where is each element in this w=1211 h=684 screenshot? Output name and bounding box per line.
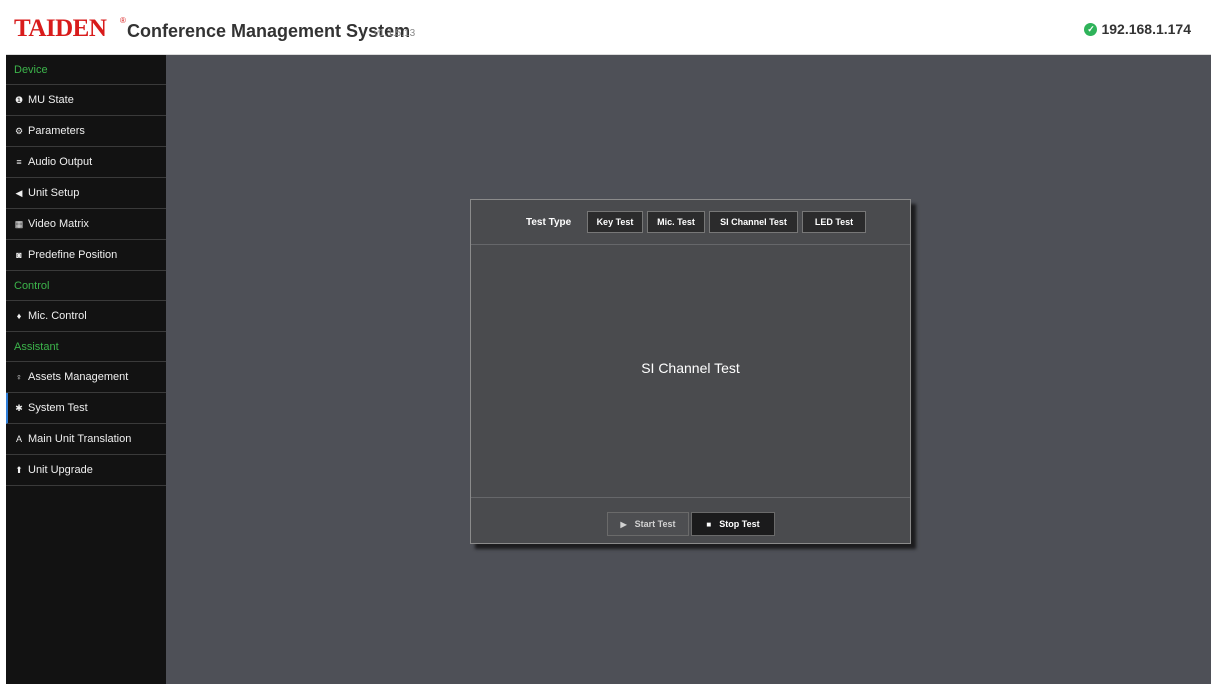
sidebar-item-label: Video Matrix [28,218,89,230]
tab-key-test[interactable]: Key Test [587,211,643,233]
sidebar-item-mu-state[interactable]: ❶ MU State [6,85,166,116]
app-title: Conference Management System [127,21,411,41]
dialog-footer: ▶ Start Test ■ Stop Test [471,497,910,544]
sidebar-item-main-unit-translation[interactable]: A Main Unit Translation [6,424,166,455]
volume-icon: ◀ [15,188,23,198]
sidebar-item-assets-management[interactable]: ♀ Assets Management [6,362,166,393]
sidebar-item-label: Assets Management [28,371,129,383]
tab-si-channel-test[interactable]: SI Channel Test [709,211,798,233]
sidebar-item-label: Parameters [28,125,85,137]
sidebar-item-label: Unit Setup [28,187,80,199]
taiden-logo: TAIDEN [14,15,107,42]
start-test-button[interactable]: ▶ Start Test [607,512,689,536]
test-type-bar: Test Type Key Test Mic. Test SI Channel … [471,200,910,245]
sidebar-item-label: Mic. Control [28,310,87,322]
test-content-label: SI Channel Test [641,360,740,376]
tab-led-test[interactable]: LED Test [802,211,866,233]
sidebar-item-unit-upgrade[interactable]: ⬆ Unit Upgrade [6,455,166,486]
font-icon: A [15,434,22,444]
upload-icon: ⬆ [15,465,23,475]
test-type-label: Test Type [526,217,572,228]
sidebar-item-label: System Test [28,402,88,414]
start-test-label: Start Test [634,519,676,529]
bug-icon: ✱ [15,403,23,413]
sidebar-item-parameters[interactable]: ⚙ Parameters [6,116,166,147]
sidebar-section-assistant: Assistant [6,332,166,362]
sidebar-item-audio-output[interactable]: ≡ Audio Output [6,147,166,178]
camera-icon: ◙ [16,250,22,260]
sidebar-item-unit-setup[interactable]: ◀ Unit Setup [6,178,166,209]
stop-test-label: Stop Test [719,519,760,529]
sidebar-item-label: Audio Output [28,156,93,168]
check-circle-icon: ✓ [1084,22,1098,36]
sidebar-section-control: Control [6,271,166,301]
sidebar: Device ❶ MU State ⚙ Parameters ≡ Audio Output ◀… [6,55,166,684]
app-window: TAIDEN ® Conference Management System v1… [6,6,1211,684]
ip-address: 192.168.1.174 [1101,21,1191,37]
header: TAIDEN ® Conference Management System v1… [6,6,1211,55]
sidebar-item-video-matrix[interactable]: ▦ Video Matrix [6,209,166,240]
sidebar-item-predefine-position[interactable]: ◙ Predefine Position [6,240,166,271]
map-marker-icon: ♀ [15,372,23,382]
cogs-icon: ⚙ [14,126,24,136]
play-icon: ▶ [620,520,627,529]
grid-icon: ▦ [14,219,24,229]
registered-mark: ® [120,16,126,25]
sidebar-item-label: Main Unit Translation [28,433,132,445]
sliders-icon: ≡ [16,157,22,167]
info-circle-icon: ❶ [14,95,24,105]
stop-icon: ■ [706,520,712,529]
sidebar-item-label: MU State [28,94,74,106]
stop-test-button[interactable]: ■ Stop Test [691,512,775,536]
sidebar-item-mic-control[interactable]: ♦ Mic. Control [6,301,166,332]
microphone-icon: ♦ [16,311,22,321]
sidebar-item-label: Unit Upgrade [28,464,93,476]
sidebar-section-device: Device [6,55,166,85]
sidebar-item-label: Predefine Position [28,249,118,261]
app-version: v1.1.5.13 [374,28,416,39]
tab-mic-test[interactable]: Mic. Test [647,211,705,233]
sidebar-item-system-test[interactable]: ✱ System Test [6,393,166,424]
system-test-dialog: Test Type Key Test Mic. Test SI Channel … [470,199,911,544]
connection-status: ✓ 192.168.1.174 [1084,21,1191,37]
